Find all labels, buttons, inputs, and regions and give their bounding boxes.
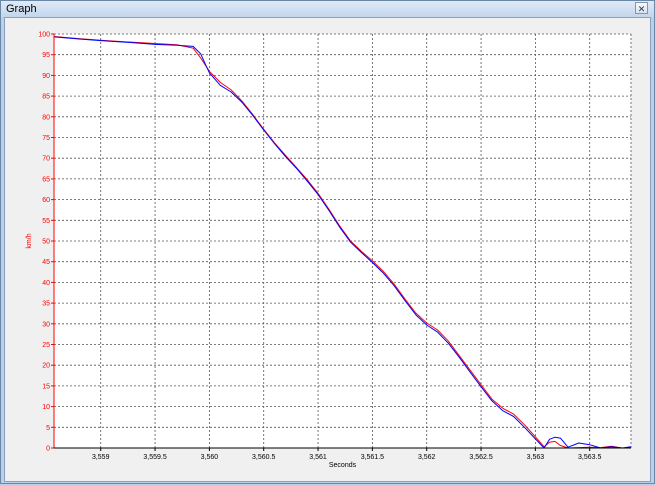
y-tick-label: 40 — [42, 280, 50, 287]
x-tick-label: 3,563 — [527, 454, 545, 461]
y-tick-label: 55 — [42, 218, 50, 225]
y-tick-label: 75 — [42, 135, 50, 142]
y-tick-label: 5 — [46, 425, 50, 432]
y-tick-label: 95 — [42, 52, 50, 59]
y-tick-label: 45 — [42, 259, 50, 266]
y-axis-label: km/h — [26, 233, 33, 248]
y-tick-label: 10 — [42, 404, 50, 411]
y-tick-label: 85 — [42, 94, 50, 101]
y-tick-label: 35 — [42, 301, 50, 308]
y-ticks: 0 5 10 15 20 25 30 35 40 45 50 55 60 65 70 75 80 85 90 95 10… — [38, 32, 54, 453]
x-tick-label: 3,559.5 — [143, 454, 166, 461]
y-tick-label: 65 — [42, 176, 50, 183]
x-tick-label: 3,561.5 — [361, 454, 384, 461]
title-bar[interactable]: Graph ✕ — [1, 1, 654, 17]
y-tick-label: 15 — [42, 383, 50, 390]
y-tick-label: 25 — [42, 342, 50, 349]
y-tick-label: 20 — [42, 363, 50, 370]
x-tick-label: 3,563.5 — [578, 454, 601, 461]
x-tick-label: 3,561 — [309, 454, 327, 461]
graph-window: Graph ✕ 0 5 10 15 20 25 30 35 40 45 50 55 60 65 70 75 80… — [0, 0, 655, 484]
y-tick-label: 0 — [46, 446, 50, 453]
window-title: Graph — [6, 3, 37, 15]
x-tick-label: 3,559 — [92, 454, 110, 461]
x-axis-label: Seconds — [329, 462, 357, 469]
close-icon[interactable]: ✕ — [635, 2, 648, 14]
x-tick-label: 3,560 — [201, 454, 219, 461]
x-tick-label: 3,560.5 — [252, 454, 275, 461]
x-ticks: 3,559 3,559.5 3,560 3,560.5 3,561 3,561.5 3,56… — [92, 448, 601, 461]
speed-chart: 0 5 10 15 20 25 30 35 40 45 50 55 60 65 70 75 80 85 90 95 10… — [26, 32, 632, 469]
x-tick-label: 3,562.5 — [469, 454, 492, 461]
y-tick-label: 70 — [42, 156, 50, 163]
graph-area: 0 5 10 15 20 25 30 35 40 45 50 55 60 65 70 75 80 85 90 95 10… — [4, 17, 651, 482]
y-tick-label: 30 — [42, 321, 50, 328]
y-tick-label: 80 — [42, 114, 50, 121]
y-tick-label: 100 — [38, 32, 50, 39]
x-tick-label: 3,562 — [418, 454, 436, 461]
y-tick-label: 50 — [42, 239, 50, 246]
y-tick-label: 60 — [42, 197, 50, 204]
y-tick-label: 90 — [42, 73, 50, 80]
